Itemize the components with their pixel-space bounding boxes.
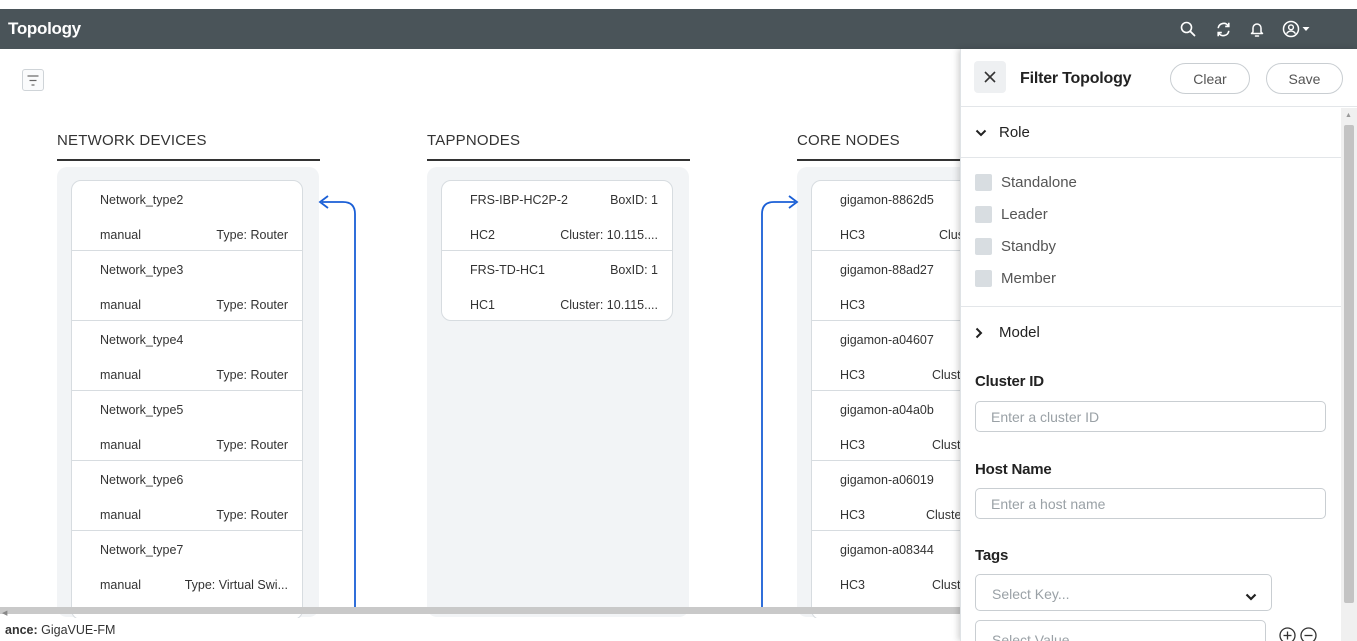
chevron-down-icon [1245, 588, 1257, 606]
checkbox[interactable] [975, 206, 992, 223]
role-section-title: Role [999, 124, 1030, 141]
filter-panel-header: Filter Topology Clear Save [961, 49, 1357, 107]
cluster-id-label: Cluster ID [975, 373, 1044, 390]
cluster-id-input[interactable] [975, 401, 1326, 432]
connector-lines [318, 195, 799, 610]
checkbox[interactable] [975, 270, 992, 287]
tag-value-select[interactable]: Select Value [975, 620, 1266, 641]
divider [961, 157, 1342, 158]
checkbox[interactable] [975, 238, 992, 255]
horizontal-scrollbar[interactable] [0, 607, 960, 614]
filter-panel-scrollbar[interactable]: ▲ [1341, 108, 1357, 641]
close-icon [984, 71, 996, 83]
checkbox-label: Standby [1001, 238, 1057, 255]
connector-tappnodes-to-core [761, 201, 795, 610]
chevron-down-icon [975, 129, 991, 137]
bell-icon[interactable] [1245, 17, 1269, 41]
role-section-toggle[interactable]: Role [975, 124, 1030, 141]
role-option-standby[interactable]: Standby [975, 238, 1056, 255]
chevron-right-icon [975, 327, 991, 339]
clear-button[interactable]: Clear [1170, 63, 1250, 94]
host-name-label: Host Name [975, 461, 1052, 478]
remove-tag-icon[interactable] [1300, 627, 1317, 641]
host-name-input[interactable] [975, 488, 1326, 519]
footer-instance: ance: GigaVUE-FM [0, 618, 960, 641]
scroll-left-icon[interactable]: ◀ [2, 609, 7, 617]
role-option-member[interactable]: Member [975, 270, 1056, 287]
checkbox-label: Member [1001, 270, 1057, 287]
checkbox-label: Leader [1001, 206, 1048, 223]
caret-down-icon[interactable] [1298, 17, 1314, 41]
role-option-standalone[interactable]: Standalone [975, 174, 1077, 191]
checkbox-label: Standalone [1001, 174, 1077, 191]
divider [961, 306, 1342, 307]
filter-panel-title: Filter Topology [1020, 70, 1132, 87]
add-tag-icon[interactable] [1279, 627, 1296, 641]
footer-value: GigaVUE-FM [41, 623, 116, 637]
close-button[interactable] [974, 61, 1006, 93]
tags-label: Tags [975, 547, 1009, 564]
scrollbar-thumb[interactable] [1344, 125, 1354, 603]
tag-value-placeholder: Select Value [992, 632, 1070, 641]
footer-label: ance: [5, 623, 38, 637]
model-section-title: Model [999, 324, 1040, 341]
checkbox[interactable] [975, 174, 992, 191]
tag-key-placeholder: Select Key... [992, 586, 1070, 602]
scroll-up-icon[interactable]: ▲ [1345, 112, 1352, 119]
tag-key-select[interactable]: Select Key... [975, 574, 1272, 611]
connector-network-to-tappnodes [322, 201, 356, 610]
save-button[interactable]: Save [1266, 63, 1343, 94]
search-icon[interactable] [1176, 17, 1200, 41]
filter-topology-panel: Filter Topology Clear Save Role Standalo… [960, 49, 1357, 641]
refresh-icon[interactable] [1211, 17, 1235, 41]
app-root: Topology NETWORK DEVICES TAPPNODES CORE … [0, 0, 1357, 641]
role-option-leader[interactable]: Leader [975, 206, 1048, 223]
model-section-toggle[interactable]: Model [975, 324, 1040, 341]
